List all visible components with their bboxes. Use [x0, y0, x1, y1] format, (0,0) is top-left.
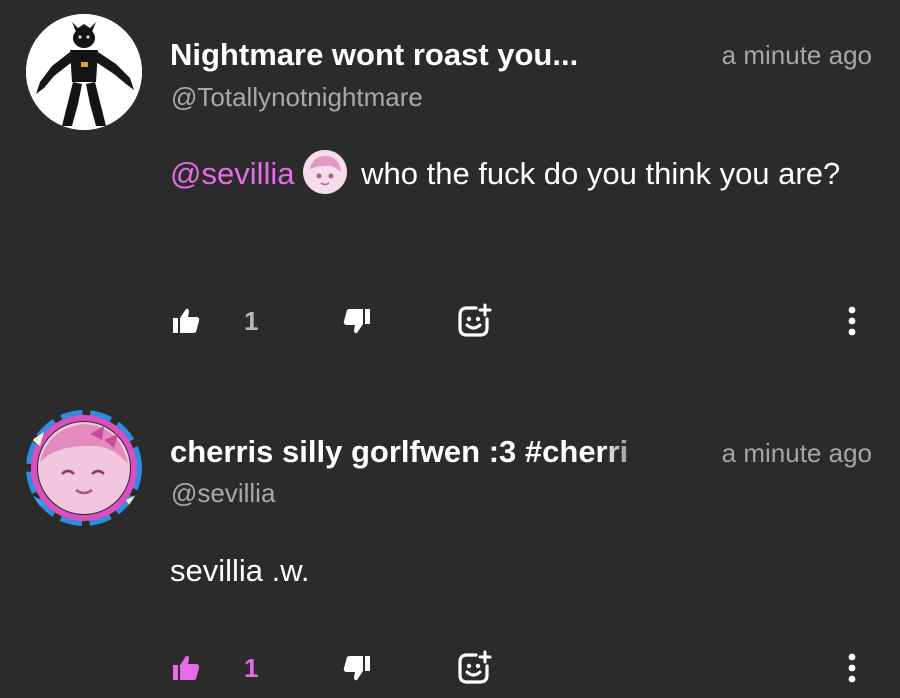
- thumbs-down-icon: [343, 309, 370, 334]
- avatar-nightmare-figure: [26, 14, 142, 130]
- like-count: 1: [244, 305, 259, 336]
- avatar-pink-character: [26, 410, 142, 526]
- comment-message: who the fuck do you think you are?: [361, 156, 841, 191]
- avatar[interactable]: [26, 14, 142, 130]
- timestamp: a minute ago: [721, 438, 872, 468]
- comment-actions: 1: [0, 301, 900, 341]
- add-reaction-icon: [458, 650, 492, 684]
- author-handle[interactable]: @sevillia: [171, 478, 275, 509]
- add-reaction-icon: [458, 303, 492, 337]
- like-button[interactable]: [170, 648, 202, 688]
- author-handle[interactable]: @Totallynotnightmare: [171, 82, 423, 113]
- author-name[interactable]: Nightmare wont roast you...: [170, 37, 578, 73]
- add-reaction-button[interactable]: [456, 648, 492, 688]
- timestamp: a minute ago: [721, 40, 872, 70]
- thumbs-down-icon: [343, 656, 370, 681]
- comment-text: sevillia .w.: [170, 553, 310, 588]
- dislike-button[interactable]: [341, 648, 373, 688]
- more-vertical-icon: [848, 306, 856, 336]
- dislike-button[interactable]: [341, 301, 373, 341]
- name-fade: [600, 438, 680, 474]
- mention-avatar: [302, 150, 347, 194]
- add-reaction-button[interactable]: [456, 301, 492, 341]
- like-count: 1: [244, 652, 259, 683]
- like-button[interactable]: [170, 301, 202, 341]
- author-name[interactable]: cherris silly gorlfwen :3 #cherri: [170, 434, 628, 470]
- thumbs-up-icon: [173, 308, 200, 333]
- thumbs-up-icon: [173, 655, 200, 680]
- comment-text: @sevillia who the fuck do you think you …: [170, 149, 880, 199]
- comment-actions: 1: [0, 648, 900, 688]
- mention-link[interactable]: @sevillia: [170, 156, 295, 191]
- more-options-button[interactable]: [840, 301, 864, 341]
- more-vertical-icon: [848, 653, 856, 683]
- more-options-button[interactable]: [840, 648, 864, 688]
- avatar[interactable]: [26, 410, 142, 526]
